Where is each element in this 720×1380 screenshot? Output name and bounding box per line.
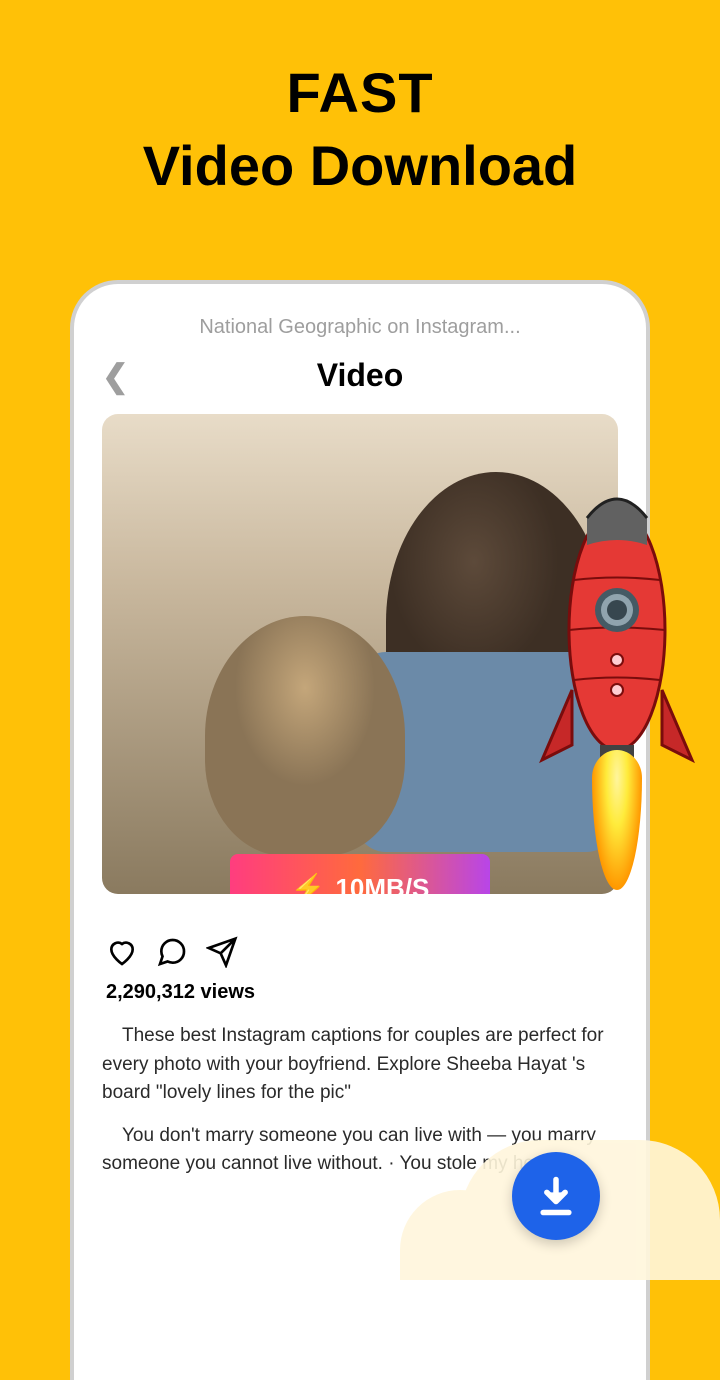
subtitle: National Geographic on Instagram... bbox=[102, 316, 618, 339]
caption-p1: These best Instagram captions for couple… bbox=[102, 1022, 618, 1108]
views-count: 2,290,312 views bbox=[102, 981, 618, 1004]
share-button[interactable] bbox=[206, 936, 238, 973]
speed-badge: ⚡ 10MB/S bbox=[230, 854, 490, 894]
header-row: ❮ Video bbox=[102, 357, 618, 394]
back-button[interactable]: ❮ bbox=[102, 357, 129, 395]
rocket-icon bbox=[532, 490, 702, 890]
lightning-icon: ⚡ bbox=[291, 872, 326, 895]
send-icon bbox=[206, 936, 238, 968]
page-title: Video bbox=[102, 357, 618, 394]
photo-figure bbox=[205, 616, 405, 856]
chevron-left-icon: ❮ bbox=[102, 358, 129, 394]
comment-icon bbox=[156, 936, 188, 968]
like-button[interactable] bbox=[106, 936, 138, 973]
heart-icon bbox=[106, 936, 138, 968]
action-row bbox=[102, 936, 618, 973]
hero-line2: Video Download bbox=[0, 133, 720, 198]
download-button[interactable] bbox=[512, 1152, 600, 1240]
speed-text: 10MB/S bbox=[335, 873, 429, 895]
hero-line1: FAST bbox=[0, 60, 720, 125]
hero-title: FAST Video Download bbox=[0, 0, 720, 198]
download-icon bbox=[534, 1174, 578, 1218]
comment-button[interactable] bbox=[156, 936, 188, 973]
